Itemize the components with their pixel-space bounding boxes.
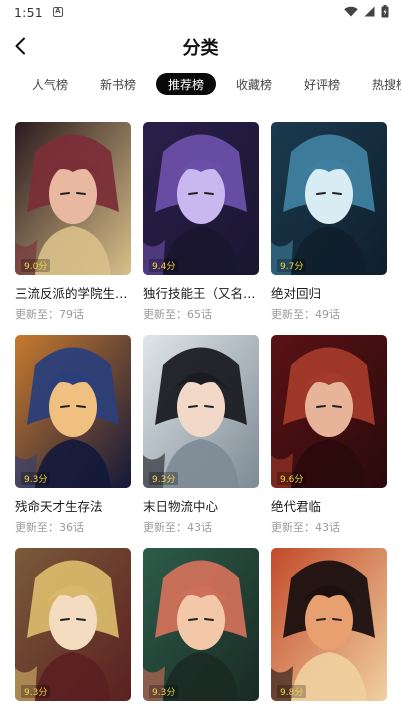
comic-title[interactable]: 绝对回归	[271, 283, 387, 302]
comic-card[interactable]: 9.7分绝对回归更新至：49话	[271, 122, 387, 322]
tab-5[interactable]: 热搜榜	[356, 73, 401, 95]
wifi-icon	[344, 6, 358, 17]
tab-1[interactable]: 新书榜	[84, 73, 152, 95]
score-badge: 9.6分	[277, 472, 307, 485]
comic-cover[interactable]: 9.7分	[271, 122, 387, 275]
comic-card[interactable]: 9.6分绝代君临更新至：43话	[271, 335, 387, 535]
comic-update-status: 更新至：36话	[15, 521, 84, 534]
tab-3[interactable]: 收藏榜	[220, 73, 288, 95]
comic-cover[interactable]: 9.3分	[15, 335, 131, 488]
cover-art	[143, 548, 259, 701]
comic-card[interactable]: 9.3分	[143, 548, 259, 701]
comic-card[interactable]: 9.3分末日物流中心更新至：43话	[143, 335, 259, 535]
status-time: 1:51	[14, 4, 43, 20]
comic-update-status: 更新至：79话	[15, 308, 84, 321]
score-badge: 9.3分	[21, 685, 51, 698]
tab-2[interactable]: 推荐榜	[156, 73, 216, 95]
comic-cover[interactable]: 9.3分	[143, 548, 259, 701]
score-badge: 9.0分	[21, 259, 51, 272]
cover-art	[15, 335, 131, 488]
score-badge: 9.7分	[277, 259, 307, 272]
cover-art	[271, 335, 387, 488]
score-badge: 9.3分	[149, 472, 179, 485]
notification-icon: A	[52, 7, 63, 17]
ranking-tabs: 人气榜新书榜推荐榜收藏榜好评榜热搜榜	[0, 73, 401, 97]
comic-card[interactable]: 9.0分三流反派的学院生… 更新至：79话	[15, 122, 131, 322]
comic-cover[interactable]: 9.3分	[15, 548, 131, 701]
header: 分类	[0, 26, 401, 66]
comic-title[interactable]: 三流反派的学院生…	[15, 283, 131, 302]
comic-cover[interactable]: 9.6分	[271, 335, 387, 488]
cover-art	[271, 122, 387, 275]
tab-4[interactable]: 好评榜	[288, 73, 356, 95]
comic-update-status: 更新至：65话	[143, 308, 212, 321]
cover-art	[143, 335, 259, 488]
comic-cover[interactable]: 9.0分	[15, 122, 131, 275]
comic-cover[interactable]: 9.3分	[143, 335, 259, 488]
comic-card[interactable]: 9.3分	[15, 548, 131, 701]
score-badge: 9.4分	[149, 259, 179, 272]
battery-icon	[381, 5, 389, 18]
cover-art	[15, 122, 131, 275]
status-bar: 1:51 A	[0, 0, 401, 24]
status-icons	[344, 5, 389, 18]
page-title: 分类	[182, 38, 219, 59]
comic-update-status: 更新至：43话	[143, 521, 212, 534]
score-badge: 9.3分	[149, 685, 179, 698]
comic-update-status: 更新至：43话	[271, 521, 340, 534]
score-badge: 9.3分	[21, 472, 51, 485]
comic-title[interactable]: 绝代君临	[271, 496, 387, 515]
comic-title[interactable]: 独行技能王（又名…	[143, 283, 259, 302]
comic-title[interactable]: 末日物流中心	[143, 496, 259, 515]
comic-card[interactable]: 9.4分独行技能王（又名… 更新至：65话	[143, 122, 259, 322]
comic-card[interactable]: 9.8分	[271, 548, 387, 701]
cover-art	[15, 548, 131, 701]
comic-update-status: 更新至：49话	[271, 308, 340, 321]
cover-art	[143, 122, 259, 275]
score-badge: 9.8分	[277, 685, 307, 698]
signal-icon	[364, 6, 375, 17]
comic-title[interactable]: 残命天才生存法	[15, 496, 131, 515]
comic-cover[interactable]: 9.4分	[143, 122, 259, 275]
cover-art	[271, 548, 387, 701]
comic-cover[interactable]: 9.8分	[271, 548, 387, 701]
tab-0[interactable]: 人气榜	[16, 73, 84, 95]
comic-card[interactable]: 9.3分残命天才生存法更新至：36话	[15, 335, 131, 535]
